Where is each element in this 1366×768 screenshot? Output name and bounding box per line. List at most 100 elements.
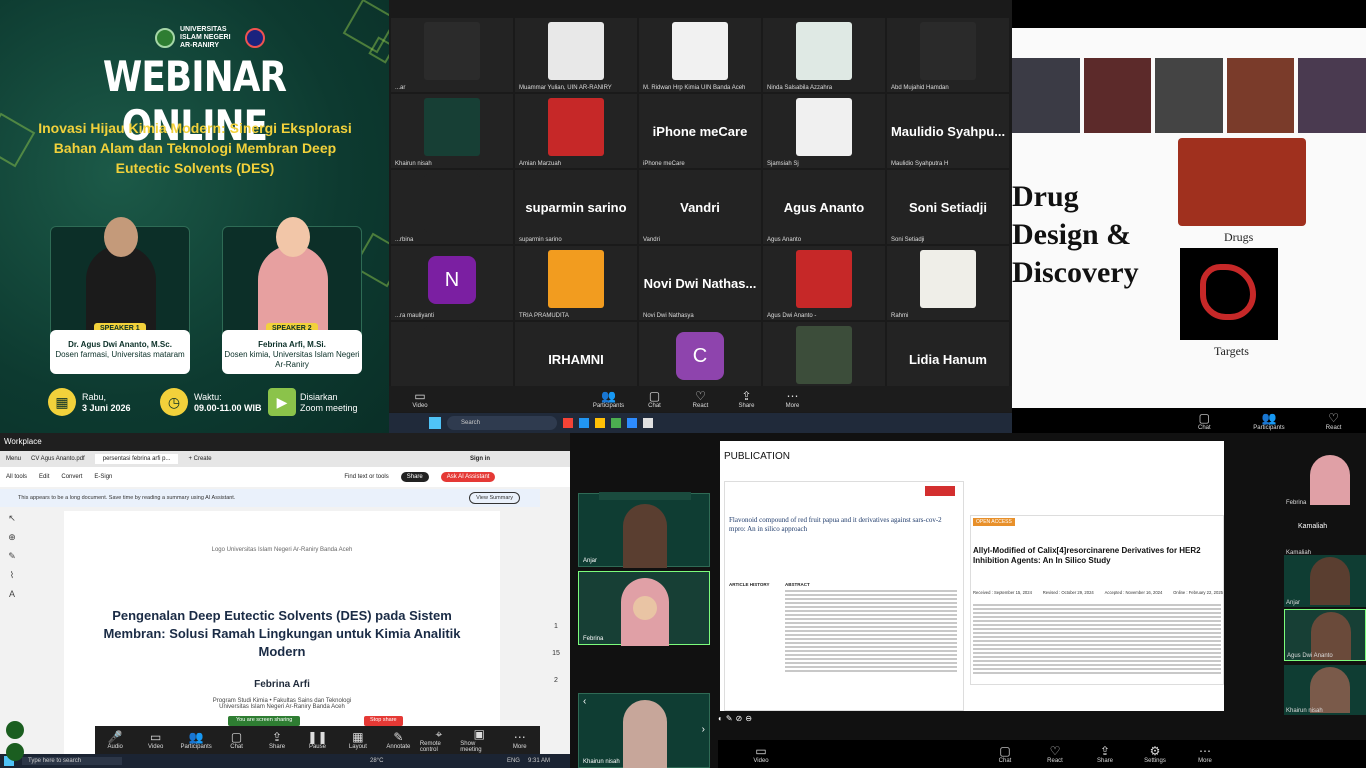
document-author: Febrina Arfi — [254, 679, 310, 690]
heart-icon: ♡ — [1049, 744, 1061, 758]
react-button[interactable]: ♡ React — [1032, 744, 1078, 764]
more-button[interactable]: ⋯ More — [1182, 744, 1228, 764]
pen-icon[interactable]: ✎ — [726, 714, 733, 723]
ask-ai-button[interactable]: Ask AI Assistant — [440, 472, 496, 482]
paper1-page: Flavonoid compound of red fruit papua an… — [724, 481, 964, 711]
participant-tile[interactable]: Anjar — [1284, 555, 1366, 607]
participant-tile-febrina[interactable]: Febrina — [578, 571, 710, 646]
participant-tile[interactable]: Sjamsiah Sj — [763, 94, 885, 168]
participant-tile[interactable]: Kamaliah — [1284, 521, 1366, 535]
highlight-icon[interactable]: ⌇ — [10, 570, 14, 581]
participant-tile[interactable]: Rahmi — [887, 246, 1009, 320]
annotation-tools: ◐ ✎ ⊘ ⊖ — [718, 711, 778, 725]
participant-display-name: suparmin sarino — [525, 199, 627, 215]
participant-tile[interactable]: IRHAMNIIRHAMNI — [515, 322, 637, 396]
chat-button[interactable]: ▢ Chat — [982, 744, 1028, 764]
pen-tool-button-2[interactable] — [6, 743, 24, 761]
chat-button[interactable]: ▢ Chat — [218, 730, 256, 750]
audio-button[interactable]: 🎤 Audio — [96, 730, 134, 750]
tab-presentation[interactable]: persentasi febrina arfi p... — [94, 454, 179, 464]
text-icon[interactable]: A — [9, 589, 15, 599]
participant-tile[interactable]: Khairun nisah — [1284, 665, 1366, 715]
participant-tile[interactable]: Muammar Yulian, UIN AR-RANIRY — [515, 18, 637, 92]
participant-tile[interactable]: Vandri Vandri — [639, 170, 761, 244]
chevron-left-icon[interactable]: ‹ — [583, 696, 586, 707]
menu-tab[interactable]: Menu — [6, 456, 21, 462]
zoom-speaker-strip: Anjar Febrina ‹ › Khairun nisah — [570, 433, 718, 768]
share-button[interactable]: Share — [400, 472, 429, 482]
annotate-button[interactable]: ✎ Annotate — [379, 730, 417, 750]
select-icon[interactable]: ↖ — [8, 513, 16, 524]
participant-tile[interactable]: ...rbina — [391, 170, 513, 244]
pause-button[interactable]: ❚❚ Pause — [298, 730, 336, 750]
video-button[interactable]: ▭ Video — [397, 389, 443, 409]
settings-button[interactable]: ⚙ Settings — [1132, 744, 1178, 764]
esign-menu[interactable]: E-Sign — [94, 474, 112, 480]
participant-tile[interactable]: Maulidio Syahpu... Maulidio Syahputra H — [887, 94, 1009, 168]
show-meeting-icon: ▣ — [473, 727, 485, 741]
all-tools-menu[interactable]: All tools — [6, 474, 27, 480]
zoom-icon[interactable]: ⊕ — [8, 532, 16, 543]
convert-menu[interactable]: Convert — [61, 474, 82, 480]
participant-tile[interactable]: Abd Mujahid Hamdan — [887, 18, 1009, 92]
participant-tile-khairun[interactable]: ‹ › Khairun nisah — [578, 693, 710, 768]
participant-tile[interactable]: Agus Dwi Ananto — [1284, 609, 1366, 661]
participants-button[interactable]: 👥 Participants — [1246, 411, 1292, 431]
participant-tile-anjar[interactable]: Anjar — [578, 492, 710, 568]
participant-tile[interactable]: suparmin sarino suparmin sarino — [515, 170, 637, 244]
participant-tile[interactable]: Agus Dwi Ananto - — [763, 246, 885, 320]
share-button[interactable]: ⇪ Share — [724, 389, 770, 409]
participant-tile[interactable]: Novi Dwi Nathas... Novi Dwi Nathasya — [639, 246, 761, 320]
pen-icon[interactable]: ✎ — [8, 551, 16, 562]
more-button[interactable]: ⋯ More — [501, 730, 539, 750]
chevron-right-icon[interactable]: › — [702, 724, 705, 735]
more-tools-icon[interactable]: ⊖ — [745, 714, 752, 723]
participant-tile[interactable]: Soni Setiadji Soni Setiadji — [887, 170, 1009, 244]
paper2-abstract-lines — [973, 604, 1221, 676]
remote-control-button[interactable]: ⌖ Remote control — [420, 727, 458, 753]
react-button[interactable]: ♡ React — [1311, 411, 1357, 431]
view-summary-button[interactable]: View Summary — [469, 492, 520, 504]
protein-ribbon — [1200, 264, 1256, 320]
participants-button[interactable]: 👥 Participants — [586, 389, 632, 409]
eraser-icon[interactable]: ⊘ — [736, 714, 743, 723]
participant-tile[interactable]: ...ar — [391, 18, 513, 92]
video-button[interactable]: ▭ Video — [738, 744, 784, 764]
participant-tile[interactable]: M. Ridwan Hrp Kimia UIN Banda Aceh — [639, 18, 761, 92]
share-button[interactable]: ⇪ Share — [1082, 744, 1128, 764]
create-button[interactable]: + Create — [188, 456, 211, 462]
share-button[interactable]: ⇪ Share — [258, 730, 296, 750]
online-date: Online : February 22, 2025 — [1173, 590, 1223, 595]
pointer-icon[interactable]: ◐ — [718, 714, 723, 723]
edit-menu[interactable]: Edit — [39, 474, 49, 480]
taskbar-search[interactable]: Search — [447, 416, 557, 430]
participant-tile[interactable]: iPhone meCare iPhone meCare — [639, 94, 761, 168]
participant-tile[interactable]: CCUT IZZA RAMADHANI — [639, 322, 761, 396]
windows-start-icon[interactable] — [429, 417, 441, 429]
taskbar-search[interactable]: Type here to search — [22, 757, 122, 765]
participants-button[interactable]: 👥 Participants — [177, 730, 215, 750]
react-button[interactable]: ♡ React — [678, 389, 724, 409]
chat-button[interactable]: ▢ Chat — [632, 389, 678, 409]
pen-tool-button[interactable] — [6, 721, 24, 739]
participant-tile[interactable]: Febrina — [1284, 453, 1366, 507]
stop-share-button[interactable]: Stop share — [364, 716, 403, 726]
participant-tile[interactable]: N ...ra mauliyanti — [391, 246, 513, 320]
participant-avatar — [623, 700, 667, 768]
participant-tile[interactable]: Khairun nisah — [391, 94, 513, 168]
more-button[interactable]: ⋯ More — [770, 389, 816, 409]
show-meeting-button[interactable]: ▣ Show meeting — [460, 727, 498, 753]
video-button[interactable]: ▭ Video — [137, 730, 175, 750]
participant-tile[interactable]: TRIA PRAMUDITA — [515, 246, 637, 320]
tab-cv[interactable]: CV Agus Ananto.pdf — [31, 456, 85, 462]
participant-tile[interactable]: Amian Marzuah — [515, 94, 637, 168]
find-text-input[interactable]: Find text or tools — [344, 474, 388, 480]
participant-tile[interactable]: Ninda Salsabila Azzahra — [763, 18, 885, 92]
participant-tile[interactable]: Agus Ananto Agus Ananto — [763, 170, 885, 244]
participant-tile[interactable]: Wahyu Adi Wibowo_SMAK50 — [763, 322, 885, 396]
chat-button[interactable]: ▢ Chat — [1181, 411, 1227, 431]
sign-in-button[interactable]: Sign in — [470, 456, 490, 462]
participant-tile[interactable]: ...ini — [391, 322, 513, 396]
layout-button[interactable]: ▦ Layout — [339, 730, 377, 750]
participant-tile[interactable]: Lidia HanumLidia Hanum — [887, 322, 1009, 396]
